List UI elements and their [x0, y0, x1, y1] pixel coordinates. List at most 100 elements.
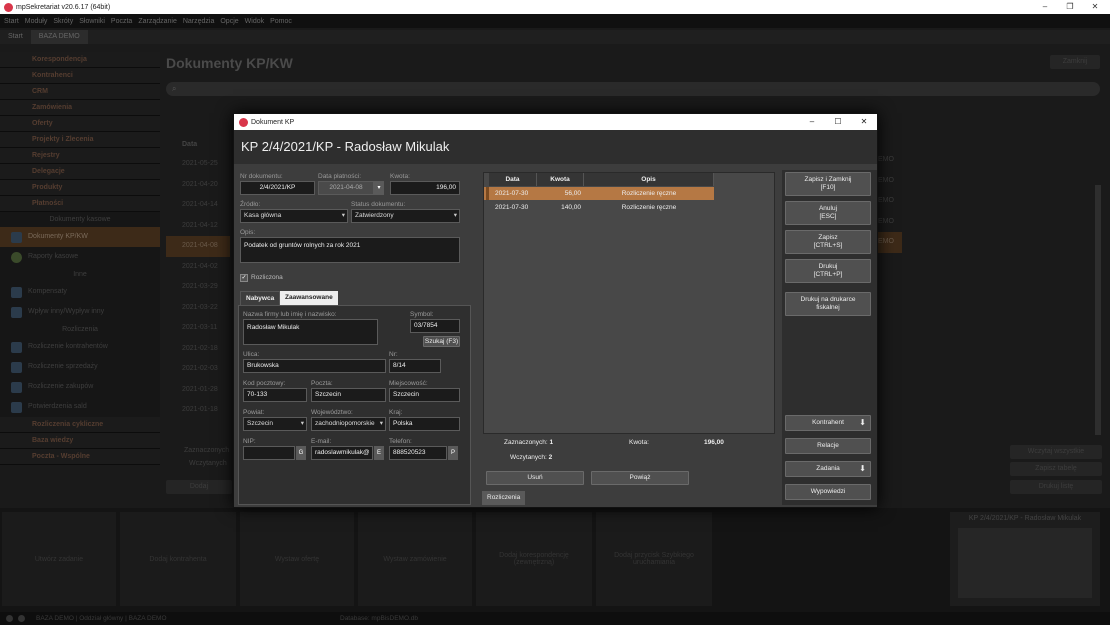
dialog-maximize-icon[interactable]: ☐: [825, 114, 851, 130]
nav-projekty[interactable]: Projekty i Zlecenia: [0, 132, 160, 148]
list-item[interactable]: 2021-03-29: [166, 277, 230, 298]
relations-button[interactable]: Relacje: [785, 438, 871, 454]
quick-add-contractor[interactable]: Dodaj kontrahenta: [120, 512, 236, 606]
grid-header-kwota[interactable]: Kwota: [537, 173, 584, 186]
kod-input[interactable]: 70-133: [243, 388, 307, 402]
dialog-minimize-icon[interactable]: –: [799, 114, 825, 130]
nav-crm[interactable]: CRM: [0, 84, 160, 100]
list-item[interactable]: 2021-01-18: [166, 400, 230, 421]
gus-lookup-button[interactable]: G: [296, 446, 306, 460]
tab-rozliczenia[interactable]: Rozliczenia: [482, 491, 526, 505]
kraj-input[interactable]: Polska: [389, 417, 460, 431]
menu-opcje[interactable]: Opcje: [220, 18, 238, 25]
opis-textarea[interactable]: Podatek od gruntów rolnych za rok 2021: [240, 237, 460, 263]
nav-korespondencja[interactable]: Korespondencja: [0, 52, 160, 68]
status-select[interactable]: Zatwierdzony ▾: [351, 209, 460, 223]
list-item[interactable]: 2021-04-02: [166, 257, 230, 278]
date-column-header[interactable]: Data: [182, 141, 197, 148]
quick-create-task[interactable]: Utwórz zadanie: [2, 512, 116, 606]
email-input[interactable]: radoslawmikulak@: [311, 446, 373, 460]
menu-skroty[interactable]: Skróty: [53, 18, 73, 25]
tab-zaawansowane[interactable]: Zaawansowane: [280, 291, 338, 305]
save-table-button[interactable]: Zapisz tabelę: [1010, 462, 1102, 476]
background-scrollbar[interactable]: [1095, 185, 1101, 435]
load-all-button[interactable]: Wczytaj wszystkie: [1010, 445, 1102, 459]
nav-item-wplyw-inny[interactable]: Wpływ inny/Wypływ inny: [0, 302, 160, 322]
menu-poczta[interactable]: Poczta: [111, 18, 132, 25]
print-list-button[interactable]: Drukuj listę: [1010, 480, 1102, 494]
quick-create-offer[interactable]: Wystaw ofertę: [240, 512, 354, 606]
search-contractor-button[interactable]: Szukaj (F3): [423, 336, 460, 347]
module-search-input[interactable]: ⌕: [166, 82, 1100, 96]
nav-rejestry[interactable]: Rejestry: [0, 148, 160, 164]
zrodlo-select[interactable]: Kasa główna ▾: [240, 209, 348, 223]
nav-item-potwierdzenia[interactable]: Potwierdzenia sald: [0, 397, 160, 417]
table-row[interactable]: 2021-07-30 56,00 Rozliczenie ręczne: [484, 187, 714, 200]
symbol-input[interactable]: 03/7854: [410, 319, 460, 333]
wojewodztwo-select[interactable]: zachodniopomorskie ▾: [311, 417, 386, 431]
quick-add-shortcut[interactable]: Dodaj przycisk Szybkiego uruchamiania: [596, 512, 712, 606]
nip-input[interactable]: [243, 446, 295, 460]
menu-zarzadzanie[interactable]: Zarządzanie: [138, 18, 177, 25]
email-send-button[interactable]: E: [374, 446, 384, 460]
link-button[interactable]: Powiąż: [591, 471, 689, 485]
nav-platnosci[interactable]: Płatności: [0, 196, 160, 212]
nav-zamowienia[interactable]: Zamówienia: [0, 100, 160, 116]
quick-create-order[interactable]: Wystaw zamówienie: [358, 512, 472, 606]
nav-item-raporty-kasowe[interactable]: Raporty kasowe: [0, 247, 160, 267]
nr-input[interactable]: 2/4/2021/KP: [240, 181, 315, 195]
list-item[interactable]: 2021-04-20: [166, 175, 230, 196]
print-button[interactable]: Drukuj [CTRL+P]: [785, 259, 871, 283]
list-item[interactable]: 2021-04-12: [166, 216, 230, 237]
tab-start[interactable]: Start: [0, 30, 31, 44]
powiat-select[interactable]: Szczecin ▾: [243, 417, 307, 431]
module-close-button[interactable]: Zamknij: [1050, 55, 1100, 69]
cancel-button[interactable]: Anuluj [ESC]: [785, 201, 871, 225]
nav-item-rozl-kontrahentow[interactable]: Rozliczenie kontrahentów: [0, 337, 160, 357]
save-button[interactable]: Zapisz [CTRL+S]: [785, 230, 871, 254]
data-input[interactable]: 2021-04-08: [318, 181, 374, 195]
rozliczona-checkbox[interactable]: ✓: [240, 274, 248, 282]
calendar-dropdown-icon[interactable]: ▾: [374, 181, 384, 195]
menu-narzedzia[interactable]: Narzędzia: [183, 18, 215, 25]
tab-baza-demo[interactable]: BAZA DEMO: [30, 30, 88, 44]
list-item[interactable]: 2021-02-03: [166, 359, 230, 380]
tab-nabywca[interactable]: Nabywca: [240, 291, 281, 305]
telefon-input[interactable]: 888520523: [389, 446, 447, 460]
list-item[interactable]: 2021-05-25: [166, 154, 230, 175]
nav-delegacje[interactable]: Delegacje: [0, 164, 160, 180]
list-item[interactable]: 2021-01-28: [166, 380, 230, 401]
nav-oferty[interactable]: Oferty: [0, 116, 160, 132]
list-item[interactable]: 2021-02-18: [166, 339, 230, 360]
nav-poczta-wspolne[interactable]: Poczta - Wspólne: [0, 449, 160, 465]
fiscal-print-button[interactable]: Drukuj na drukarce fiskalnej: [785, 292, 871, 316]
nav-item-rozl-zakupow[interactable]: Rozliczenie zakupów: [0, 377, 160, 397]
miejscowosc-input[interactable]: Szczecin: [389, 388, 460, 402]
phone-call-button[interactable]: P: [448, 446, 458, 460]
nav-baza-wiedzy[interactable]: Baza wiedzy: [0, 433, 160, 449]
contractor-button[interactable]: Kontrahent ⬇: [785, 415, 871, 431]
tasks-button[interactable]: Zadania ⬇: [785, 461, 871, 477]
nav-item-rozl-sprzedazy[interactable]: Rozliczenie sprzedaży: [0, 357, 160, 377]
menu-pomoc[interactable]: Pomoc: [270, 18, 292, 25]
poczta-input[interactable]: Szczecin: [311, 388, 386, 402]
background-add-button[interactable]: Dodaj: [166, 480, 232, 494]
list-item[interactable]: 2021-03-11: [166, 318, 230, 339]
list-item[interactable]: 2021-04-14: [166, 195, 230, 216]
name-input[interactable]: Radosław Mikulak: [243, 319, 378, 345]
nr-domu-input[interactable]: 8/14: [389, 359, 441, 373]
save-close-button[interactable]: Zapisz i Zamknij [F10]: [785, 172, 871, 196]
grid-header-data[interactable]: Data: [489, 173, 537, 186]
quick-add-correspondence[interactable]: Dodaj korespondencję (zewnętrzną): [476, 512, 592, 606]
delete-button[interactable]: Usuń: [486, 471, 584, 485]
kwota-input[interactable]: 196,00: [390, 181, 460, 195]
list-item[interactable]: 2021-03-22: [166, 298, 230, 319]
statements-button[interactable]: Wypowiedzi: [785, 484, 871, 500]
table-row[interactable]: 2021-07-30 140,00 Rozliczenie ręczne: [484, 201, 714, 214]
dialog-close-icon[interactable]: ✕: [851, 114, 877, 130]
menu-widok[interactable]: Widok: [245, 18, 264, 25]
menu-moduly[interactable]: Moduły: [25, 18, 48, 25]
list-item[interactable]: 2021-04-08: [166, 236, 230, 257]
nav-item-dokumenty-kpkw[interactable]: Dokumenty KP/KW: [0, 227, 160, 247]
nav-kontrahenci[interactable]: Kontrahenci: [0, 68, 160, 84]
